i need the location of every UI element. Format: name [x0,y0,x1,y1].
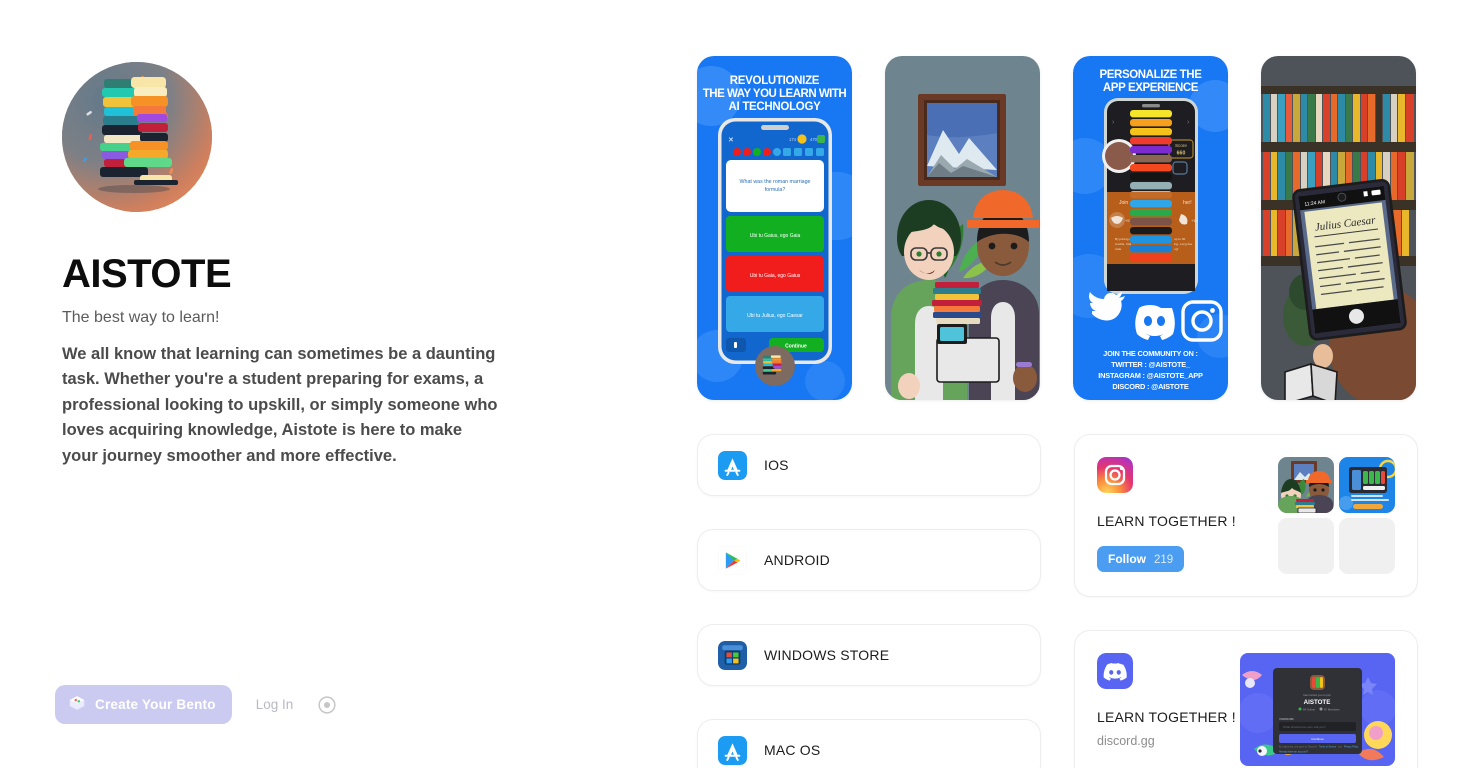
platform-link-label: MAC OS [764,742,821,758]
create-your-bento-label: Create Your Bento [95,697,216,712]
lower-grid: IOS ANDROID WINDOWS STORE MAC OS LEARN T… [697,434,1419,768]
svg-text:REVOLUTIONIZE: REVOLUTIONIZE [730,75,820,87]
svg-text:Privacy Policy.: Privacy Policy. [1344,746,1359,749]
bento-grid: REVOLUTIONIZE THE WAY YOU LEARN WITH AI … [697,56,1419,768]
discord-card-name: LEARN TOGETHER ! [1097,709,1236,725]
discord-invite-preview[interactable]: has invited you to join AISTOTE 64 Onlin… [1240,653,1395,766]
avatar [62,62,212,212]
platform-link-ios[interactable]: IOS [697,434,1041,496]
svg-text:87 Members: 87 Members [1324,708,1340,712]
platform-link-label: WINDOWS STORE [764,647,890,663]
svg-text:What should everyone call you?: What should everyone call you? [1283,725,1326,729]
platform-links-column: IOS ANDROID WINDOWS STORE MAC OS [697,434,1041,768]
svg-text:✕: ✕ [728,137,734,144]
svg-text:TWITTER : @AISTOTE_: TWITTER : @AISTOTE_ [1111,360,1191,369]
compass-icon[interactable] [317,695,337,715]
bento-profile-page: AISTOTE The best way to learn! We all kn… [0,0,1472,768]
banner-students-illustration[interactable] [885,56,1040,400]
svg-text:Ubi tu Gaius, ego Gaia: Ubi tu Gaius, ego Gaia [750,233,801,239]
discord-card-url: discord.gg [1097,734,1155,748]
instagram-card[interactable]: LEARN TOGETHER ! Follow 219 [1074,434,1418,597]
svg-text:PERSONALIZE THE: PERSONALIZE THE [1100,69,1203,81]
svg-text:Terms of Service: Terms of Service [1319,746,1337,749]
instagram-thumbnail[interactable] [1278,457,1334,513]
discord-card[interactable]: LEARN TOGETHER ! discord.gg has invited … [1074,630,1418,768]
instagram-thumbnail-placeholder [1278,518,1334,574]
log-in-link[interactable]: Log In [250,693,300,716]
google-play-icon [718,545,747,575]
svg-text:Continue: Continue [785,344,807,350]
platform-link-label: ANDROID [764,552,830,568]
app-store-icon [718,450,747,480]
svg-text:64 Online: 64 Online [1303,708,1315,712]
page-title: AISTOTE [62,252,232,296]
svg-text:ng!: ng! [1174,247,1178,251]
svg-text:DISCORD : @AISTOTE: DISCORD : @AISTOTE [1112,382,1188,391]
app-store-icon [718,735,747,765]
svg-text:By registering, you agree to D: By registering, you agree to Discord's [1279,746,1318,749]
svg-text:APP EXPERIENCE: APP EXPERIENCE [1103,82,1199,94]
follow-count: 219 [1154,554,1174,566]
svg-text:Ubi tu Julius, ego Caesar: Ubi tu Julius, ego Caesar [747,313,803,319]
svg-text:up to 30: up to 30 [1174,237,1185,241]
svg-text:Already have an account?: Already have an account? [1279,751,1309,754]
microsoft-store-icon [718,640,747,670]
svg-text:AISTOTE: AISTOTE [1304,699,1331,706]
svg-text:JOIN THE COMMUNITY ON :: JOIN THE COMMUNITY ON : [1103,349,1198,358]
svg-text:credits. Clai: credits. Clai [1115,242,1131,246]
instagram-card-info: LEARN TOGETHER ! Follow 219 [1097,457,1236,574]
svg-text:INSTAGRAM : @AISTOTE_APP: INSTAGRAM : @AISTOTE_APP [1098,371,1203,380]
instagram-thumbnail-placeholder [1339,518,1395,574]
bento-logo-icon [68,694,86,715]
instagram-thumbnail[interactable] [1339,457,1395,513]
instagram-icon [1097,457,1236,493]
create-your-bento-button[interactable]: Create Your Bento [55,685,232,724]
banner-row: REVOLUTIONIZE THE WAY YOU LEARN WITH AI … [697,56,1419,400]
svg-text:has invited you to join: has invited you to join [1303,693,1331,697]
instagram-follow-button[interactable]: Follow 219 [1097,546,1185,572]
svg-text:formula?: formula? [765,187,786,193]
svg-text:USERNAME: USERNAME [1279,717,1294,721]
platform-link-label: IOS [764,457,789,473]
profile-tagline: The best way to learn! [62,309,220,326]
follow-label: Follow [1108,552,1146,566]
platform-link-android[interactable]: ANDROID [697,529,1041,591]
svg-text:AI TECHNOLOGY: AI TECHNOLOGY [729,101,822,113]
social-cards-column: LEARN TOGETHER ! Follow 219 LEARN TOGETH… [1074,434,1418,768]
bottom-action-bar: Create Your Bento Log In [55,685,337,724]
instagram-card-name: LEARN TOGETHER ! [1097,513,1236,529]
discord-card-info: LEARN TOGETHER ! discord.gg [1097,653,1236,748]
banner-personalize[interactable]: PERSONALIZE THE APP EXPERIENCE › › Score… [1073,56,1228,400]
banner-library-illustration[interactable]: 11:24 AM Julius Caesar [1261,56,1416,400]
discord-icon [1097,653,1236,689]
svg-text:toda: toda [1115,247,1121,251]
svg-text:174: 174 [789,137,797,142]
svg-text:Ubi tu Gaia, ego Gaius: Ubi tu Gaia, ego Gaius [750,273,801,279]
profile-section: AISTOTE The best way to learn! We all kn… [62,62,522,469]
svg-text:+5: +5 [1125,218,1130,223]
platform-link-mac-os[interactable]: MAC OS [697,719,1041,768]
svg-text:+10: +10 [1191,218,1199,223]
svg-text:470: 470 [810,137,818,142]
instagram-thumbnail-grid [1278,457,1395,574]
svg-text:Continue: Continue [1311,737,1324,741]
svg-text:660: 660 [1177,151,1186,157]
svg-text:What was the roman marriage: What was the roman marriage [740,179,811,185]
svg-text:Join: Join [1119,200,1128,206]
profile-bio: We all know that learning can sometimes … [62,345,498,465]
platform-link-windows-store[interactable]: WINDOWS STORE [697,624,1041,686]
svg-text:her!: her! [1183,200,1192,206]
banner-revolutionize[interactable]: REVOLUTIONIZE THE WAY YOU LEARN WITH AI … [697,56,852,400]
svg-text:ing. Long live: ing. Long live [1174,242,1193,246]
svg-text:Score: Score [1175,143,1187,148]
svg-text:THE WAY YOU LEARN WITH: THE WAY YOU LEARN WITH [703,88,847,100]
